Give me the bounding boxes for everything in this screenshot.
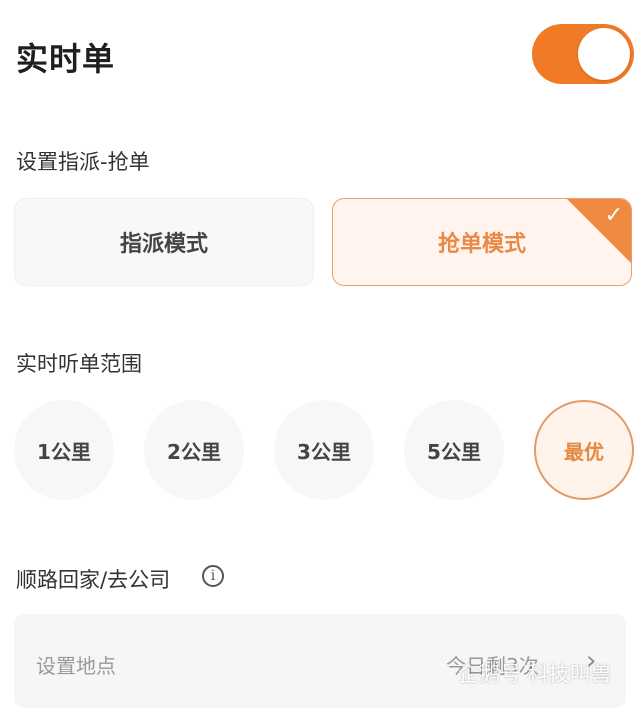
range-option-label: 1公里 — [37, 439, 91, 464]
toggle-knob — [578, 28, 630, 80]
dispatch-section-label: 设置指派-抢单 — [16, 150, 150, 174]
range-option-label: 5公里 — [427, 439, 481, 464]
watermark-text: 企鹅号 科技叫兽 — [458, 662, 612, 686]
range-option-3km[interactable]: 3公里 — [274, 400, 374, 500]
range-option-5km[interactable]: 5公里 — [404, 400, 504, 500]
route-section-label: 顺路回家/去公司 — [16, 568, 171, 592]
info-icon[interactable]: i — [202, 565, 224, 587]
assign-mode-button[interactable]: 指派模式 — [14, 198, 314, 286]
range-option-optimal[interactable]: 最优 — [534, 400, 634, 500]
range-option-label: 2公里 — [167, 439, 221, 464]
realtime-order-toggle[interactable] — [532, 24, 634, 84]
page-title: 实时单 — [16, 40, 116, 78]
check-icon: ✓ — [604, 203, 623, 228]
range-option-label: 最优 — [564, 439, 604, 464]
set-location-placeholder: 设置地点 — [36, 654, 116, 678]
range-section-label: 实时听单范围 — [16, 352, 142, 376]
range-option-1km[interactable]: 1公里 — [14, 400, 114, 500]
grab-mode-label: 抢单模式 — [437, 232, 526, 257]
assign-mode-label: 指派模式 — [119, 232, 208, 257]
grab-mode-button[interactable]: 抢单模式 ✓ — [332, 198, 632, 286]
range-option-label: 3公里 — [297, 439, 351, 464]
range-option-2km[interactable]: 2公里 — [144, 400, 244, 500]
